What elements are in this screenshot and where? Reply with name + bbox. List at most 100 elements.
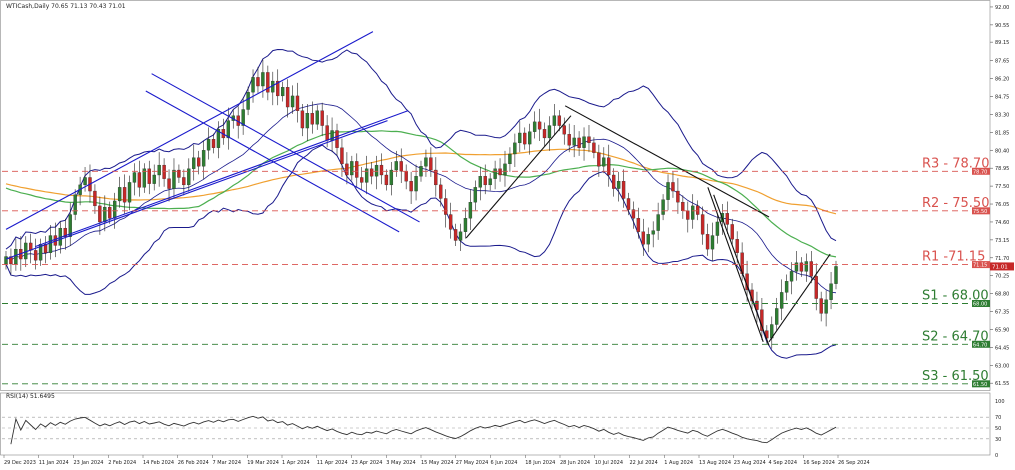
candle-body <box>611 174 616 189</box>
candle-body <box>834 266 838 284</box>
candle-body <box>695 205 700 215</box>
x-tick-label: 23 Apr 2024 <box>352 460 383 466</box>
candle-body <box>162 164 166 179</box>
rsi-tick-label: 50 <box>995 426 1001 432</box>
candle-body <box>295 95 300 111</box>
candle-body <box>508 153 512 165</box>
x-tick-label: 18 Jun 2024 <box>525 460 555 466</box>
x-tick-label: 4 Sep 2024 <box>769 460 798 466</box>
candle-body <box>108 206 112 219</box>
x-tick-label: 14 Feb 2024 <box>143 460 174 466</box>
candle-body <box>656 214 660 231</box>
candle-body <box>350 161 354 176</box>
candle-body <box>379 164 384 176</box>
candle-body <box>784 281 789 293</box>
candle-body <box>127 182 132 203</box>
candle-body <box>315 110 319 125</box>
candle-body <box>458 231 463 241</box>
x-tick-label: 10 Jul 2024 <box>595 460 623 466</box>
candle-body <box>320 110 324 126</box>
candle-body <box>607 157 611 176</box>
trendline <box>5 31 374 230</box>
candle-body <box>641 231 646 245</box>
candle-body <box>201 150 206 167</box>
candle-body <box>725 213 729 225</box>
candle-body <box>621 181 626 199</box>
candle-body <box>345 163 349 176</box>
candle-body <box>532 121 537 132</box>
y-tick-label: 84.75 <box>995 95 1009 101</box>
candle-body <box>809 261 813 277</box>
candle-body <box>700 214 705 235</box>
candle-body <box>409 181 413 192</box>
candle-body <box>399 161 403 172</box>
candle-body <box>567 134 571 146</box>
y-tick-label: 68.80 <box>995 292 1009 298</box>
candle-body <box>14 248 18 265</box>
candle-body <box>369 168 374 177</box>
candle-body <box>439 184 443 199</box>
candle-body <box>804 261 809 272</box>
candle-body <box>132 172 137 183</box>
candle-body <box>122 187 127 203</box>
x-tick-label: 7 Mar 2024 <box>213 460 242 466</box>
rsi-line <box>10 415 837 445</box>
candle-body <box>206 139 211 151</box>
candle-body <box>261 72 265 87</box>
candle-body <box>300 110 305 129</box>
x-tick-label: 3 May 2024 <box>386 460 415 466</box>
candle-body <box>463 218 468 232</box>
candle-body <box>666 182 670 200</box>
candle-body <box>83 177 87 186</box>
y-tick-label: 71.70 <box>995 256 1009 262</box>
candle-body <box>340 147 344 165</box>
candle-body <box>686 210 690 220</box>
candle-body <box>444 198 448 215</box>
candle-body <box>33 250 38 261</box>
candle-body <box>325 125 329 141</box>
x-tick-label: 22 Jul 2024 <box>630 460 658 466</box>
candle-body <box>799 262 804 272</box>
candle-body <box>616 181 621 189</box>
y-tick-label: 77.50 <box>995 184 1009 190</box>
candle-body <box>192 157 196 169</box>
candle-body <box>705 234 710 250</box>
y-tick-label: 90.55 <box>995 23 1009 29</box>
y-tick-label: 63.00 <box>995 363 1009 369</box>
candle-body <box>562 125 566 135</box>
candle-body <box>537 121 542 130</box>
candle-body <box>172 169 176 189</box>
x-tick-label: 15 May 2024 <box>421 460 454 466</box>
x-tick-label: 23 Aug 2024 <box>734 460 766 466</box>
candle-body <box>691 205 695 220</box>
candle-body <box>424 157 428 167</box>
chart-canvas: WTICash,Daily 70.65 71.13 70.43 71.01 RS… <box>0 0 1014 466</box>
candle-body <box>251 77 255 93</box>
bollinger-upper <box>5 48 837 250</box>
candle-body <box>256 77 260 87</box>
rsi-info: RSI(14) 51.6495 <box>6 393 55 400</box>
candle-body <box>498 168 502 176</box>
candle-body <box>404 171 408 182</box>
candle-body <box>414 176 418 192</box>
candle-body <box>280 87 285 97</box>
level-badge-text: 75.50 <box>973 209 987 215</box>
candle-body <box>211 139 216 148</box>
candle-body <box>794 262 799 272</box>
candle-body <box>182 177 186 186</box>
rsi-tick-label: 70 <box>995 415 1001 421</box>
y-tick-label: 67.35 <box>995 310 1009 316</box>
candle-body <box>374 164 379 177</box>
candle-body <box>587 136 591 144</box>
rsi-tick-label: 100 <box>995 399 1005 405</box>
x-tick-label: 16 Sep 2024 <box>803 460 835 466</box>
y-tick-label: 65.90 <box>995 327 1009 333</box>
y-tick-label: 70.25 <box>995 274 1009 280</box>
candle-body <box>196 157 201 167</box>
candle-body <box>661 199 665 215</box>
y-tick-label: 80.40 <box>995 148 1009 154</box>
candle-body <box>730 224 734 240</box>
x-tick-label: 26 Feb 2024 <box>178 460 209 466</box>
candle-body <box>152 174 156 184</box>
y-tick-label: 92.00 <box>995 5 1009 11</box>
